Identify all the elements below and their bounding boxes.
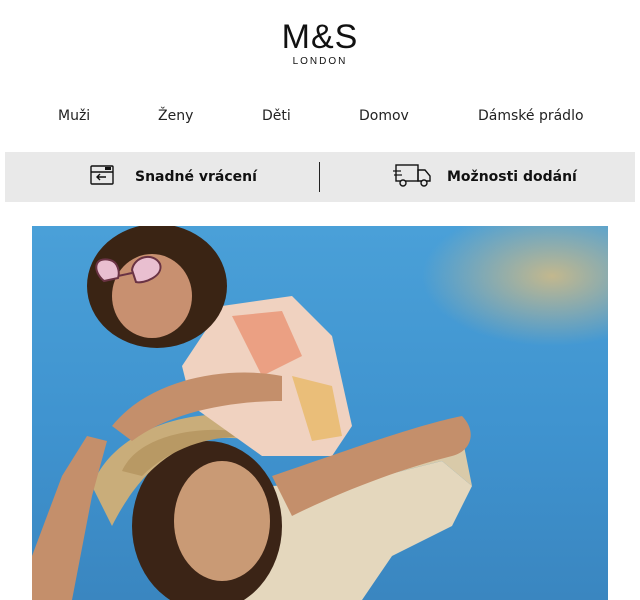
delivery-options-label: Možnosti dodání bbox=[447, 169, 577, 185]
nav-item-deti[interactable]: Děti bbox=[262, 108, 291, 124]
nav-item-muzi[interactable]: Muži bbox=[58, 108, 90, 124]
return-box-icon bbox=[89, 163, 117, 191]
nav-item-domov[interactable]: Domov bbox=[359, 108, 409, 124]
easy-returns-link[interactable]: Snadné vrácení bbox=[89, 152, 257, 202]
delivery-truck-icon bbox=[393, 161, 433, 193]
brand-logo[interactable]: M&S LONDON bbox=[0, 18, 640, 67]
main-nav: Muži Ženy Děti Domov Dámské prádlo bbox=[0, 108, 640, 132]
nav-item-damske-pradlo[interactable]: Dámské prádlo bbox=[478, 108, 584, 124]
divider bbox=[319, 162, 320, 192]
services-bar: Snadné vrácení Možnosti dodání bbox=[5, 152, 635, 202]
brand-subtitle: LONDON bbox=[292, 56, 348, 67]
hero-image[interactable] bbox=[32, 226, 608, 600]
brand-name: M&S bbox=[281, 18, 359, 56]
delivery-options-link[interactable]: Možnosti dodání bbox=[393, 152, 577, 202]
nav-item-zeny[interactable]: Ženy bbox=[158, 108, 193, 124]
easy-returns-label: Snadné vrácení bbox=[135, 169, 257, 185]
